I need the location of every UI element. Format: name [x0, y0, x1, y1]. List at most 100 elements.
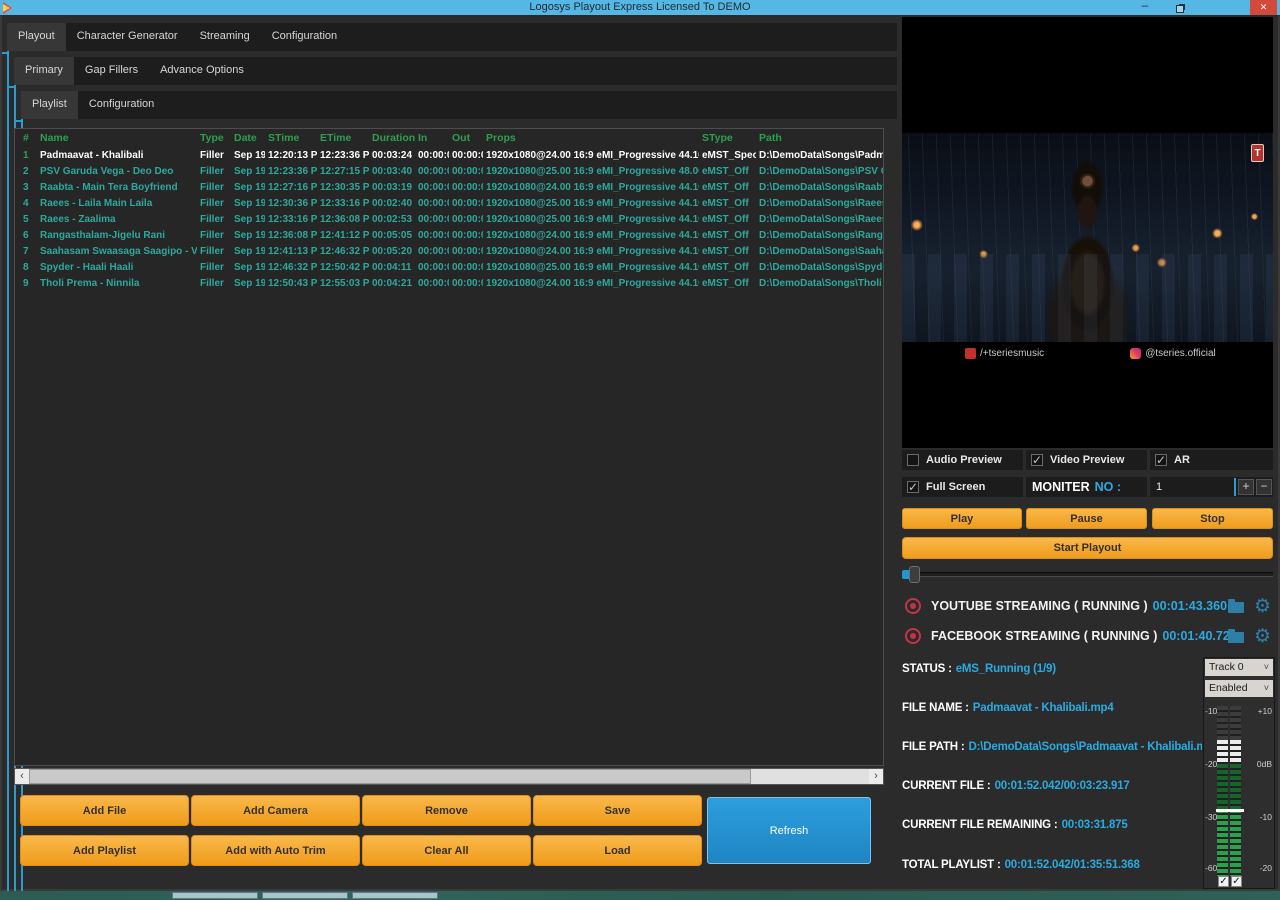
cell-etime: 12:55:03 PM	[317, 278, 369, 289]
tab-l3-configuration[interactable]: Configuration	[78, 91, 165, 119]
scroll-left-arrow-icon[interactable]: ‹	[15, 769, 29, 784]
monitor-increment-button[interactable]: +	[1238, 479, 1254, 495]
start-playout-button[interactable]: Start Playout	[902, 537, 1273, 559]
save-button[interactable]: Save	[533, 795, 702, 826]
playlist-row[interactable]: 6Rangasthalam-Jigelu RaniFillerSep 1912:…	[15, 227, 883, 243]
checkbox-box[interactable]: ✓	[1155, 454, 1167, 466]
play-button[interactable]: Play	[902, 508, 1022, 529]
column-header-out[interactable]: Out	[449, 132, 483, 144]
cell-etime: 12:23:36 PM	[317, 150, 369, 161]
status-value: 00:03:31.875	[1062, 819, 1128, 831]
playlist-row[interactable]: 3Raabta - Main Tera BoyfriendFillerSep 1…	[15, 179, 883, 195]
playlist-row[interactable]: 9Tholi Prema - NinnilaFillerSep 1912:50:…	[15, 275, 883, 291]
playlist-row[interactable]: 7Saahasam Swaasaga Saagipo - Vellipomaak…	[15, 243, 883, 259]
seek-slider[interactable]	[902, 566, 1273, 583]
tab-l2-gap-fillers[interactable]: Gap Fillers	[74, 57, 149, 85]
minimize-button[interactable]: –	[1130, 0, 1160, 15]
cell-name: Raees - Zaalima	[37, 214, 197, 225]
add-file-button[interactable]: Add File	[20, 795, 189, 826]
horizontal-scrollbar[interactable]: ‹ ›	[14, 768, 884, 785]
tab-l3-playlist[interactable]: Playlist	[21, 91, 78, 119]
stop-button[interactable]: Stop	[1152, 508, 1273, 529]
meter-right-checkbox[interactable]: ✓	[1231, 876, 1242, 887]
cell-props: 1920x1080@24.00 16:9 eMI_Progressive 44.…	[483, 230, 699, 241]
tab-l2-primary[interactable]: Primary	[14, 57, 74, 85]
add-playlist-button[interactable]: Add Playlist	[20, 835, 189, 866]
column-header-[interactable]: #	[15, 132, 37, 144]
playlist-row[interactable]: 1Padmaavat - KhalibaliFillerSep 1912:20:…	[15, 147, 883, 163]
close-button[interactable]: ✕	[1250, 0, 1277, 15]
cell-path: D:\DemoData\Songs\Rangasthalam-Ji	[756, 230, 883, 241]
playlist-row[interactable]: 4Raees - Laila Main LailaFillerSep 1912:…	[15, 195, 883, 211]
column-header-name[interactable]: Name	[37, 132, 197, 144]
tab-l1-character-generator[interactable]: Character Generator	[66, 23, 189, 51]
playlist-row[interactable]: 2PSV Garuda Vega - Deo DeoFillerSep 1912…	[15, 163, 883, 179]
meter-left-checkbox[interactable]: ✓	[1218, 876, 1229, 887]
cell-stype: eMST_Off	[699, 262, 756, 273]
column-header-stype[interactable]: SType	[699, 132, 756, 144]
folder-icon[interactable]	[1228, 602, 1244, 613]
panel-accent-tick	[9, 86, 14, 88]
column-header-stime[interactable]: STime	[265, 132, 317, 144]
checkbox-box[interactable]	[907, 454, 919, 466]
pause-button[interactable]: Pause	[1026, 508, 1147, 529]
gear-icon[interactable]: ⚙	[1254, 627, 1271, 646]
cell-in: 00:00:00	[415, 182, 449, 193]
enable-select-value: Enabled	[1209, 680, 1248, 697]
gear-icon[interactable]: ⚙	[1254, 597, 1271, 616]
column-header-duration[interactable]: Duration	[369, 132, 415, 144]
cell-props: 1920x1080@25.00 16:9 eMI_Progressive 44.…	[483, 262, 699, 273]
tseries-logo-icon: T	[1251, 144, 1264, 162]
column-header-type[interactable]: Type	[197, 132, 231, 144]
tab-l2-advance-options[interactable]: Advance Options	[149, 57, 255, 85]
taskbar-thumbnail	[172, 892, 258, 899]
scrollbar-thumb[interactable]	[29, 769, 751, 784]
status-line-file-path: FILE PATH :D:\DemoData\Songs\Padmaavat -…	[902, 741, 1202, 757]
checkbox-audio-preview[interactable]: Audio Preview	[902, 450, 1023, 470]
column-header-path[interactable]: Path	[756, 132, 883, 144]
cell-type: Filler	[197, 182, 231, 193]
tab-l1-streaming[interactable]: Streaming	[189, 23, 261, 51]
remove-button[interactable]: Remove	[362, 795, 531, 826]
cell-out: 00:00:00	[449, 166, 483, 177]
tab-l1-configuration[interactable]: Configuration	[261, 23, 348, 51]
add-camera-button[interactable]: Add Camera	[191, 795, 360, 826]
cell-name: Tholi Prema - Ninnila	[37, 278, 197, 289]
cell-out: 00:00:00	[449, 150, 483, 161]
scrollbar-track[interactable]	[29, 769, 869, 784]
load-button[interactable]: Load	[533, 835, 702, 866]
tab-l1-playout[interactable]: Playout	[7, 23, 66, 51]
folder-icon[interactable]	[1228, 632, 1244, 643]
vu-meter-left	[1217, 706, 1228, 876]
column-header-date[interactable]: Date	[231, 132, 265, 144]
cell-type: Filler	[197, 166, 231, 177]
column-header-etime[interactable]: ETime	[317, 132, 369, 144]
playlist-row[interactable]: 8Spyder - Haali HaaliFillerSep 1912:46:3…	[15, 259, 883, 275]
checkbox-video-preview[interactable]: ✓Video Preview	[1026, 450, 1147, 470]
checkbox-box[interactable]: ✓	[1031, 454, 1043, 466]
seek-handle[interactable]	[909, 566, 920, 583]
enable-select[interactable]: Enabled ˅	[1205, 680, 1273, 697]
cell-stype: eMST_Off	[699, 214, 756, 225]
checkbox-ar[interactable]: ✓AR	[1150, 450, 1273, 470]
cell-in: 00:00:00	[415, 230, 449, 241]
track-select[interactable]: Track 0 ˅	[1205, 659, 1273, 676]
column-header-props[interactable]: Props	[483, 132, 699, 144]
column-header-in[interactable]: In	[415, 132, 449, 144]
add-with-auto-trim-button[interactable]: Add with Auto Trim	[191, 835, 360, 866]
monitor-number-input[interactable]	[1150, 478, 1234, 496]
seek-track[interactable]	[902, 572, 1273, 577]
checkbox-box[interactable]: ✓	[907, 481, 919, 493]
playlist-row[interactable]: 5Raees - ZaalimaFillerSep 1912:33:16 PM1…	[15, 211, 883, 227]
monitor-decrement-button[interactable]: −	[1256, 479, 1272, 495]
status-line-current-file: CURRENT FILE :00:01:52.042/00:03:23.917	[902, 780, 1202, 796]
meter-segment	[1217, 740, 1228, 764]
cell-stype: eMST_Off	[699, 246, 756, 257]
cell-props: 1920x1080@25.00 16:9 eMI_Progressive 44.…	[483, 214, 699, 225]
refresh-button[interactable]: Refresh	[707, 797, 871, 864]
scroll-right-arrow-icon[interactable]: ›	[869, 769, 883, 784]
checkbox-full-screen[interactable]: ✓Full Screen	[902, 477, 1023, 497]
maximize-button[interactable]	[1165, 0, 1195, 15]
clear-all-button[interactable]: Clear All	[362, 835, 531, 866]
cell-name: PSV Garuda Vega - Deo Deo	[37, 166, 197, 177]
